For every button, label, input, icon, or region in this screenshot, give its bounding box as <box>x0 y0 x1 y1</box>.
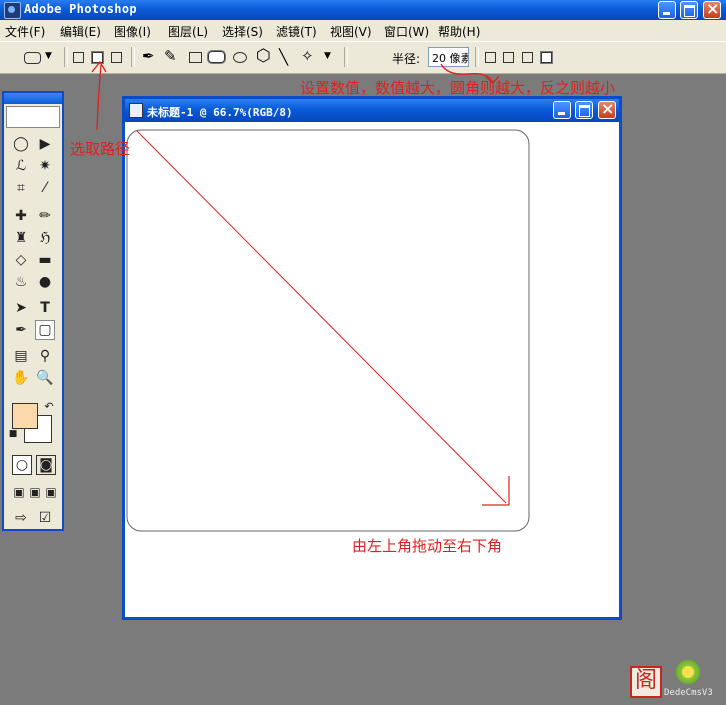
document-minimize-button[interactable] <box>553 101 571 119</box>
freeform-pen-icon[interactable]: ✎ <box>164 47 178 65</box>
hand-tool-icon[interactable]: ✋ <box>12 369 30 387</box>
line-shape-icon[interactable]: ╲ <box>279 48 293 66</box>
tool-preset-icon[interactable] <box>24 52 41 64</box>
subtract-from-path-icon[interactable] <box>503 52 514 63</box>
rounded-rectangle-shape-icon[interactable] <box>207 50 226 64</box>
menu-layer[interactable]: 图层(L) <box>168 23 208 40</box>
magic-wand-icon[interactable]: ✷ <box>36 157 54 175</box>
app-title: Adobe Photoshop <box>24 2 137 16</box>
radius-annotation: 设置数值，数值越大，圆角则越大，反之则越小 <box>300 79 616 97</box>
standard-mode-icon[interactable]: ○ <box>12 455 32 475</box>
eyedropper-tool-icon[interactable]: ⚲ <box>36 347 54 365</box>
default-colors-icon[interactable]: ■ <box>8 429 18 439</box>
history-brush-icon[interactable]: ℌ <box>36 229 54 247</box>
crop-tool-icon[interactable]: ⌗ <box>12 179 30 197</box>
toolbox-title-bar[interactable] <box>4 93 62 104</box>
path-annotation: 选取路径 <box>70 140 131 158</box>
drag-annotation: 由左上角拖动至右下角 <box>352 537 503 555</box>
toolbox-panel: ◯ ▶ ℒ ✷ ⌗ ⁄ ✚ ✏ ♜ ℌ ◇ ▬ ♨ ● ➤ T ✒ ▢ ▤ ⚲ … <box>2 91 64 531</box>
menu-filter[interactable]: 滤镜(T) <box>276 23 317 40</box>
zoom-tool-icon[interactable]: 🔍 <box>36 369 54 387</box>
dodge-tool-icon[interactable]: ● <box>36 273 54 291</box>
healing-brush-icon[interactable]: ✚ <box>12 207 30 225</box>
document-title-bar: 未标题-1 @ 66.7%(RGB/8) <box>125 99 619 122</box>
separator <box>64 47 68 67</box>
gradient-tool-icon[interactable]: ▬ <box>36 251 54 269</box>
slice-tool-icon[interactable]: ⁄ <box>36 179 54 197</box>
jump-to-imageready-icon[interactable]: ⇨ <box>12 509 30 527</box>
document-title: 未标题-1 @ 66.7%(RGB/8) <box>147 106 293 119</box>
clone-stamp-icon[interactable]: ♜ <box>12 229 30 247</box>
pen-tool-icon[interactable]: ✒ <box>12 321 30 339</box>
add-to-path-icon[interactable] <box>485 52 496 63</box>
watermark-seal: 阁 <box>630 666 662 698</box>
polygon-shape-icon[interactable]: ⬡ <box>256 46 271 66</box>
flower-logo-icon <box>674 658 702 686</box>
quick-mask-mode-icon[interactable]: ◙ <box>36 455 56 475</box>
photoshop-app-icon[interactable] <box>4 2 21 19</box>
menu-help[interactable]: 帮助(H) <box>438 23 480 40</box>
document-maximize-button[interactable] <box>575 101 593 119</box>
shape-options-dropdown-icon[interactable]: ▼ <box>324 51 338 65</box>
document-close-button[interactable] <box>598 99 616 119</box>
maximize-button[interactable] <box>680 1 698 19</box>
radius-input[interactable]: 20 像素 <box>428 47 469 67</box>
close-button[interactable] <box>703 0 721 19</box>
watermark-text: DedeCmsV3 <box>664 688 713 698</box>
move-tool-icon[interactable]: ▶ <box>36 135 54 153</box>
intersect-path-icon[interactable] <box>522 52 533 63</box>
swap-colors-icon[interactable]: ↶ <box>40 398 58 416</box>
tool-preset-dropdown-icon[interactable]: ▼ <box>45 51 59 65</box>
rounded-rectangle-path[interactable] <box>126 129 530 532</box>
paths-mode-icon[interactable] <box>91 51 104 64</box>
menu-select[interactable]: 选择(S) <box>222 23 263 40</box>
options-bar: ▼ ✒ ✎ ⬡ ╲ ✧ ▼ 半径: 20 像素 <box>0 42 726 74</box>
checkbox-icon[interactable]: ☑ <box>36 509 54 527</box>
lasso-tool-icon[interactable]: ◯ <box>12 135 30 153</box>
type-tool-icon[interactable]: T <box>36 299 54 317</box>
menu-view[interactable]: 视图(V) <box>330 23 372 40</box>
watermark-logo: 阁 DedeCmsV3 <box>630 658 724 702</box>
custom-shape-icon[interactable]: ✧ <box>301 47 315 65</box>
separator <box>131 47 135 67</box>
path-mode-pointer-arrow <box>96 64 102 131</box>
document-icon <box>129 103 143 118</box>
ellipse-shape-icon[interactable] <box>233 52 247 63</box>
path-selection-icon[interactable]: ➤ <box>12 299 30 317</box>
feather-logo-icon[interactable] <box>6 106 60 128</box>
rounded-rectangle-tool-icon[interactable]: ▢ <box>35 320 55 340</box>
menu-bar: 文件(F) 编辑(E) 图像(I) 图层(L) 选择(S) 滤镜(T) 视图(V… <box>0 20 726 42</box>
radius-label: 半径: <box>392 52 421 66</box>
shape-layers-mode-icon[interactable] <box>73 52 84 63</box>
menu-window[interactable]: 窗口(W) <box>384 23 429 40</box>
exclude-overlap-icon[interactable] <box>540 51 553 64</box>
separator <box>344 47 348 67</box>
notes-tool-icon[interactable]: ▤ <box>12 347 30 365</box>
menu-image[interactable]: 图像(I) <box>114 23 151 40</box>
blur-tool-icon[interactable]: ♨ <box>12 273 30 291</box>
minimize-button[interactable] <box>658 1 676 19</box>
menu-edit[interactable]: 编辑(E) <box>60 23 101 40</box>
app-title-bar: Adobe Photoshop <box>0 0 726 20</box>
separator <box>475 47 479 67</box>
fill-pixels-mode-icon[interactable] <box>111 52 122 63</box>
brush-tool-icon[interactable]: ✏ <box>36 207 54 225</box>
polygonal-lasso-icon[interactable]: ℒ <box>12 157 30 175</box>
rectangle-shape-icon[interactable] <box>189 52 202 63</box>
eraser-tool-icon[interactable]: ◇ <box>12 251 30 269</box>
foreground-color-swatch[interactable] <box>12 403 38 429</box>
pen-tool-icon[interactable]: ✒ <box>142 47 156 65</box>
full-screen-mode-icon[interactable]: ▣ <box>42 483 60 501</box>
menu-file[interactable]: 文件(F) <box>5 23 45 40</box>
